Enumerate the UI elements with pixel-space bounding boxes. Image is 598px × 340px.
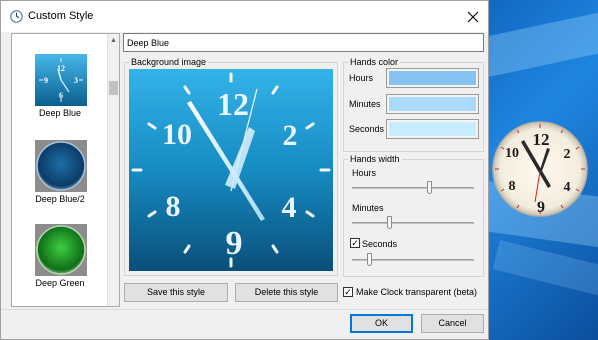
- list-item-label: Deep Blue/2: [35, 194, 85, 204]
- desk-numeral-9: 9: [537, 199, 545, 216]
- slider-knob[interactable]: [367, 253, 372, 266]
- style-list-scrollbar[interactable]: ▲: [107, 34, 119, 306]
- deep-green-thumbnail: [35, 224, 87, 276]
- clock-preview[interactable]: 12 2 4 9 8 10: [129, 69, 333, 271]
- hours-width-label: Hours: [352, 168, 377, 178]
- desk-numeral-4: 4: [564, 180, 571, 195]
- desk-numeral-2: 2: [564, 147, 571, 162]
- desk-numeral-8: 8: [509, 179, 516, 194]
- group-title: Hands width: [348, 154, 402, 164]
- footer-separator: [1, 309, 488, 310]
- transparent-option[interactable]: ✓ Make Clock transparent (beta): [343, 287, 488, 299]
- numeral-10: 10: [162, 118, 192, 151]
- clock-app-icon: [10, 10, 23, 23]
- seconds-width-checkbox[interactable]: ✓: [350, 238, 360, 248]
- delete-style-button[interactable]: Delete this style: [235, 283, 338, 302]
- list-item-label: Deep Green: [35, 278, 85, 288]
- slider-knob[interactable]: [427, 181, 432, 194]
- list-item-deep-green[interactable]: Deep Green: [12, 204, 108, 288]
- numeral-9: 9: [226, 225, 243, 262]
- svg-text:3: 3: [74, 76, 78, 85]
- hours-width-slider[interactable]: [352, 181, 474, 195]
- hours-color-swatch[interactable]: [386, 68, 479, 88]
- seconds-width-label: Seconds: [362, 239, 398, 249]
- svg-text:9: 9: [44, 76, 48, 85]
- group-title: Background image: [129, 57, 209, 67]
- transparent-label: Make Clock transparent (beta): [356, 287, 478, 297]
- cancel-button[interactable]: Cancel: [421, 314, 484, 333]
- hours-color-row: Hours: [347, 68, 481, 88]
- custom-style-dialog: Custom Style 12 3 9 6 Deep Blue Deep Blu…: [0, 0, 489, 340]
- svg-text:6: 6: [59, 91, 63, 100]
- minutes-width-slider[interactable]: [352, 216, 474, 230]
- desktop-clock-widget[interactable]: 12 2 4 10 8 9: [491, 120, 589, 218]
- deep-blue-2-thumbnail: [35, 140, 87, 192]
- numeral-2: 2: [283, 119, 298, 152]
- hours-color-label: Hours: [349, 73, 374, 83]
- transparent-checkbox[interactable]: ✓: [343, 287, 353, 297]
- window-title: Custom Style: [28, 10, 94, 22]
- background-image-group: Background image 12 2 4 9 8 10: [124, 57, 338, 276]
- list-item-deep-blue-2[interactable]: Deep Blue/2: [12, 120, 108, 204]
- numeral-8: 8: [166, 190, 181, 223]
- minutes-color-label: Minutes: [349, 99, 381, 109]
- scroll-thumb[interactable]: [109, 81, 118, 95]
- numeral-12: 12: [217, 86, 249, 122]
- group-title: Hands color: [348, 57, 401, 67]
- desk-numeral-12: 12: [533, 130, 550, 149]
- list-item-label: Deep Blue: [38, 108, 82, 118]
- minutes-width-label: Minutes: [352, 203, 384, 213]
- numeral-4: 4: [282, 191, 297, 224]
- hands-color-group: Hands color Hours Minutes Seconds: [343, 57, 484, 152]
- desk-numeral-10: 10: [505, 146, 519, 161]
- seconds-color-label: Seconds: [349, 124, 385, 134]
- ok-button[interactable]: OK: [350, 314, 413, 333]
- seconds-color-row: Seconds: [347, 119, 481, 139]
- seconds-color-swatch[interactable]: [386, 119, 479, 139]
- save-style-button[interactable]: Save this style: [124, 283, 228, 302]
- scroll-up-arrow-icon[interactable]: ▲: [110, 37, 117, 44]
- slider-knob[interactable]: [387, 216, 392, 229]
- minutes-color-row: Minutes: [347, 94, 481, 114]
- minutes-color-swatch[interactable]: [386, 94, 479, 114]
- style-list[interactable]: 12 3 9 6 Deep Blue Deep Blue/2 Deep Gree…: [11, 33, 120, 307]
- close-icon[interactable]: [462, 6, 484, 28]
- seconds-width-slider[interactable]: [352, 253, 474, 267]
- hands-width-group: Hands width Hours Minutes ✓ Seconds: [343, 154, 484, 277]
- style-name-input[interactable]: [123, 33, 484, 52]
- list-item-deep-blue[interactable]: 12 3 9 6 Deep Blue: [12, 34, 108, 118]
- deep-blue-thumbnail: 12 3 9 6: [35, 54, 87, 106]
- title-bar: Custom Style: [1, 1, 488, 32]
